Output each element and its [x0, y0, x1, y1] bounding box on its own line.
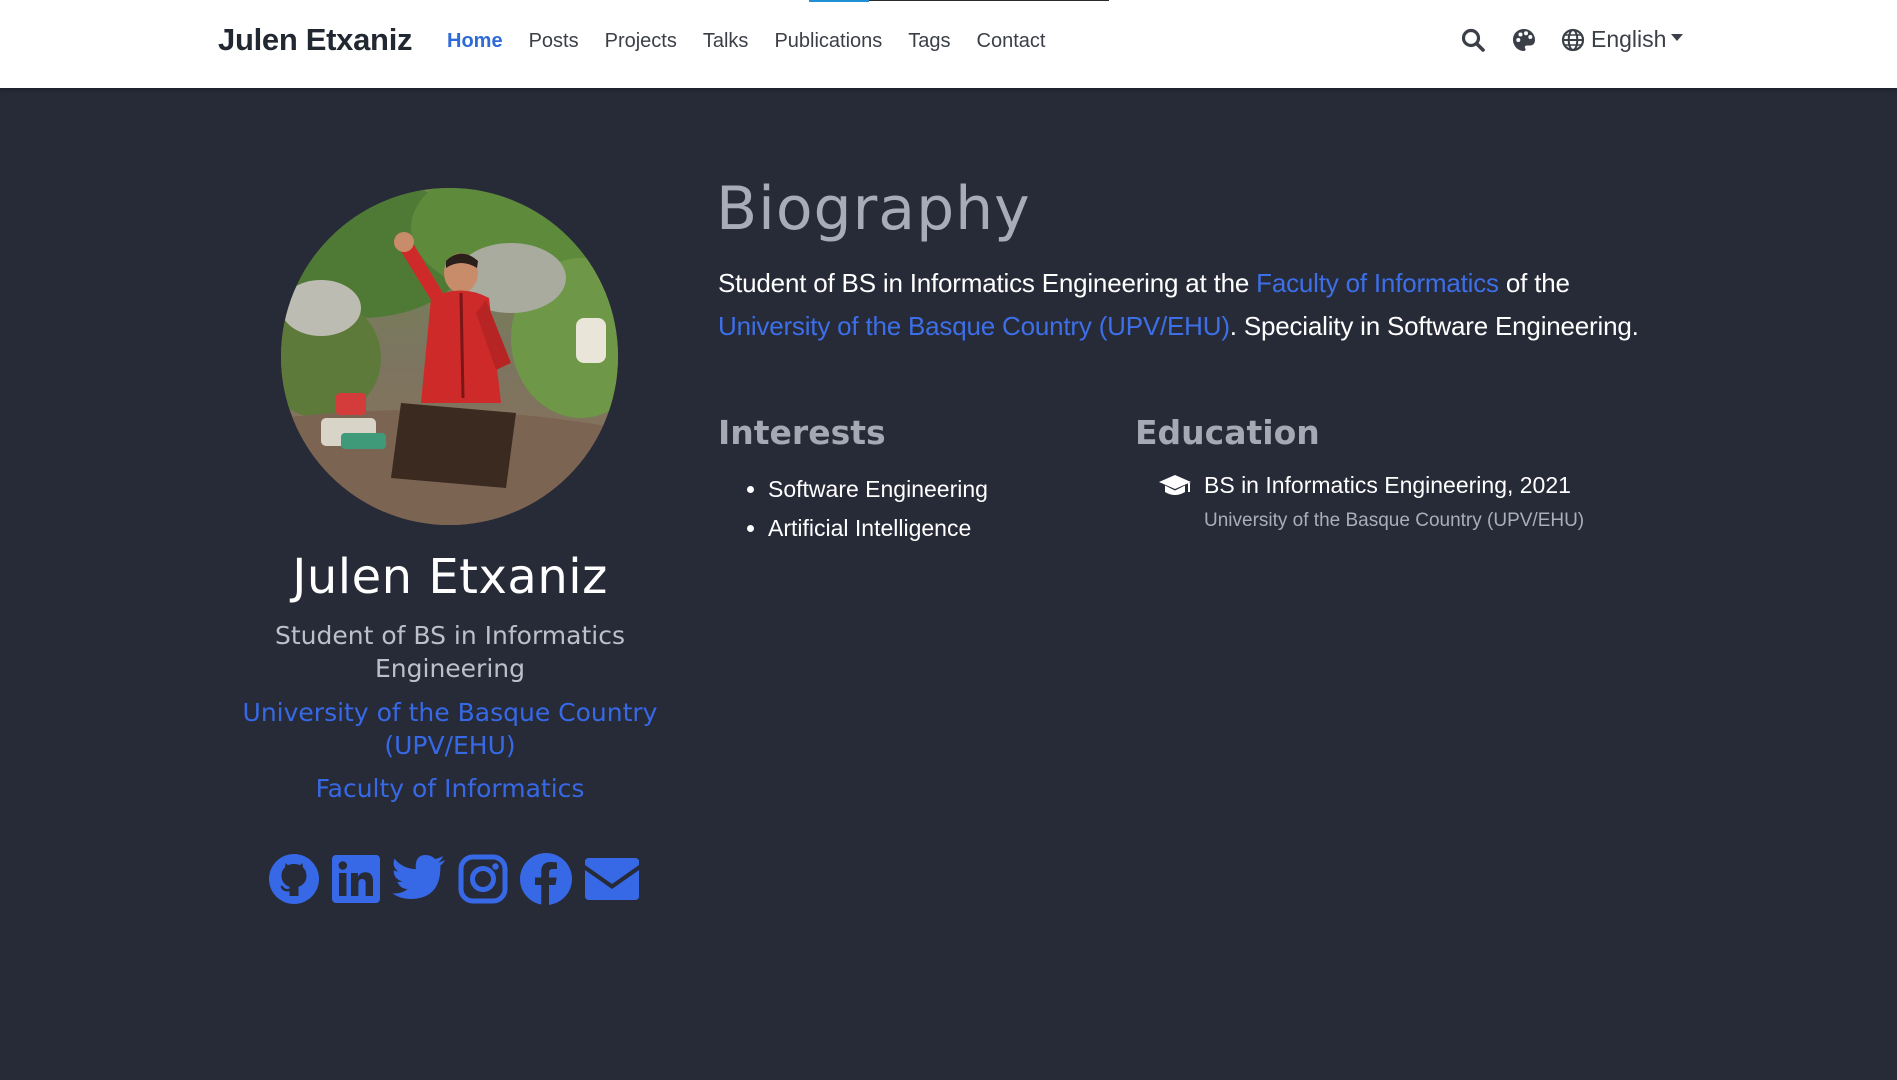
- organization-link-faculty[interactable]: Faculty of Informatics: [250, 772, 650, 805]
- bio-text-part: of the: [1498, 268, 1570, 298]
- profile-role: Student of BS in Informatics Engineering: [274, 621, 625, 683]
- nav-contact[interactable]: Contact: [977, 30, 1046, 53]
- linkedin-icon[interactable]: [331, 854, 381, 904]
- biography-title: Biography: [716, 174, 1031, 244]
- interests-title: Interests: [718, 413, 886, 452]
- education-degree: BS in Informatics Engineering, 2021: [1204, 472, 1571, 498]
- nav-projects[interactable]: Projects: [605, 30, 677, 53]
- interest-item: Artificial Intelligence: [768, 509, 988, 548]
- palette-icon[interactable]: [1511, 27, 1537, 53]
- site-brand[interactable]: Julen Etxaniz: [218, 22, 413, 58]
- avatar: [281, 188, 618, 525]
- biography-text: Student of BS in Informatics Engineering…: [718, 262, 1718, 348]
- globe-icon: [1561, 28, 1585, 52]
- search-icon[interactable]: [1460, 27, 1486, 53]
- instagram-icon[interactable]: [457, 853, 509, 905]
- nav-tags[interactable]: Tags: [908, 30, 950, 53]
- navbar-tools: English: [1460, 26, 1684, 53]
- organization-link-university[interactable]: University of the Basque Country (UPV/EH…: [215, 696, 685, 762]
- bio-link-university[interactable]: University of the Basque Country (UPV/EH…: [718, 311, 1230, 341]
- education-institution: University of the Basque Country (UPV/EH…: [1204, 510, 1585, 531]
- navbar: Julen Etxaniz Home Posts Projects Talks …: [0, 0, 1897, 88]
- education-title: Education: [1135, 413, 1320, 452]
- facebook-icon[interactable]: [519, 852, 573, 906]
- page-progress-fill: [809, 0, 869, 2]
- language-label: English: [1591, 26, 1667, 52]
- envelope-icon[interactable]: [583, 856, 641, 902]
- nav-home[interactable]: Home: [447, 30, 503, 53]
- interests-list: Software Engineering Artificial Intellig…: [718, 470, 988, 548]
- social-links: [267, 852, 641, 906]
- profile-name: Julen Etxaniz: [292, 549, 608, 605]
- chevron-down-icon: [1671, 34, 1684, 41]
- github-icon[interactable]: [267, 852, 321, 906]
- nav-talks[interactable]: Talks: [703, 30, 749, 53]
- nav-posts[interactable]: Posts: [529, 30, 579, 53]
- nav-publications[interactable]: Publications: [774, 30, 882, 53]
- bio-text-part: Student of BS in Informatics Engineering…: [718, 268, 1257, 298]
- graduation-cap-icon: [1157, 473, 1193, 504]
- main-nav: Home Posts Projects Talks Publications T…: [447, 30, 1071, 53]
- bio-link-faculty[interactable]: Faculty of Informatics: [1256, 268, 1499, 298]
- bio-text-part: . Speciality in Software Engineering.: [1229, 311, 1639, 341]
- twitter-icon[interactable]: [391, 854, 447, 904]
- interest-item: Software Engineering: [768, 470, 988, 509]
- language-selector[interactable]: English: [1561, 26, 1684, 53]
